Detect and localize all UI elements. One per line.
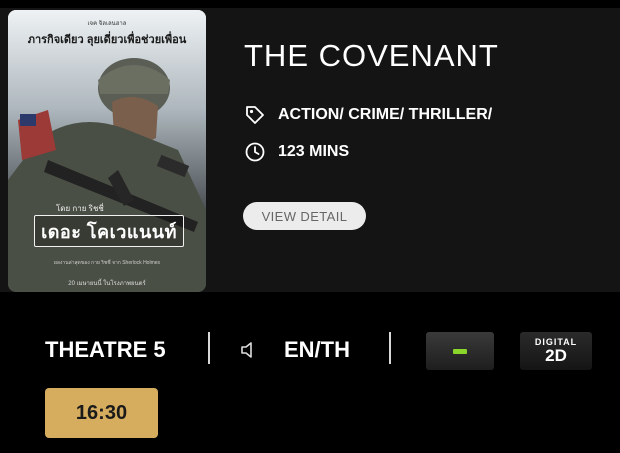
poster-billing: ผลงานล่าสุดของ กาย ริชชี่ จาก Sherlock H… [53, 260, 161, 266]
genre-row: ACTION/ CRIME/ THRILLER/ [244, 104, 492, 126]
divider [208, 332, 210, 364]
poster-credit: เจค จิลเลนฮาล [87, 21, 127, 27]
movie-poster[interactable]: เจค จิลเลนฮาล ภารกิจเดียว ลุยเดี่ยวเพื่อ… [8, 10, 206, 292]
speaker-icon [240, 341, 260, 364]
duration-text: 123 MINS [278, 143, 350, 160]
clock-icon [244, 141, 266, 163]
poster-director: โดย กาย ริชชี่ [56, 204, 104, 213]
poster-artwork [8, 10, 206, 292]
genre-text: ACTION/ CRIME/ THRILLER/ [278, 106, 493, 123]
divider [389, 332, 391, 364]
theatre-label: THEATRE 5 [45, 337, 166, 362]
audio-language: EN/TH [284, 337, 350, 362]
showtime-button[interactable]: 16:30 [45, 388, 158, 438]
tag-icon [244, 104, 266, 126]
poster-tagline: ภารกิจเดียว ลุยเดี่ยวเพื่อช่วยเพื่อน [27, 34, 187, 46]
rating-badge-icon [426, 332, 494, 370]
movie-card: เจค จิลเลนฮาล ภารกิจเดียว ลุยเดี่ยวเพื่อ… [0, 8, 620, 292]
view-detail-button[interactable]: VIEW DETAIL [243, 202, 366, 230]
format-bottom-text: 2D [545, 346, 567, 365]
poster-release-date: 20 เมษายนนี้ ในโรงภาพยนตร์ [68, 281, 146, 287]
movie-title: THE COVENANT [244, 38, 499, 73]
rating-bar [453, 348, 467, 354]
digital-2d-badge: DIGITAL 2D [520, 332, 592, 370]
duration-row: 123 MINS [244, 141, 349, 163]
poster-title-logo: เดอะ โคเวแนนท์ [34, 215, 184, 247]
